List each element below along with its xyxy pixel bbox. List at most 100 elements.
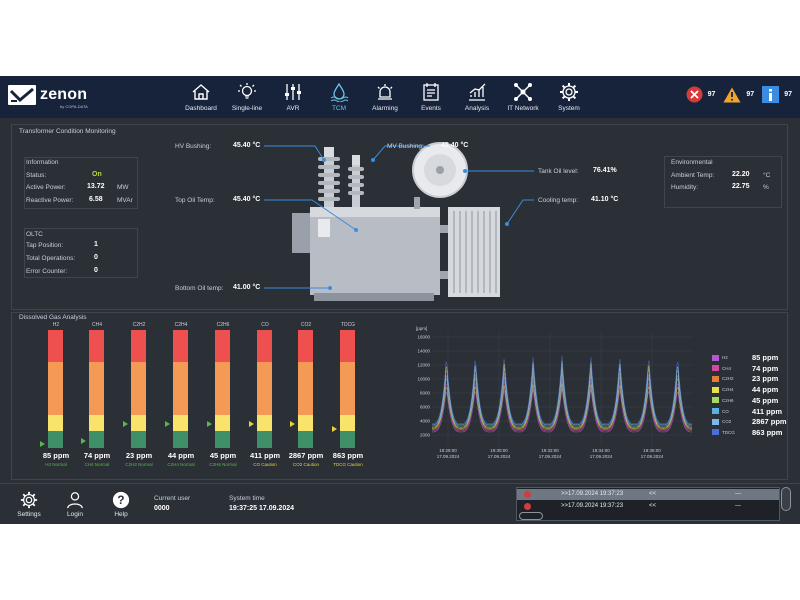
bar-title: H2 xyxy=(52,322,60,328)
bar-segment xyxy=(257,414,272,432)
humidity-value: 22.75 xyxy=(732,183,750,190)
legend-item[interactable]: C2H2 23 ppm xyxy=(712,374,778,383)
gear-icon xyxy=(20,491,38,509)
warning-alarm-counter[interactable]: 97 xyxy=(723,87,754,103)
error-alarm-counter[interactable]: 97 xyxy=(686,86,715,103)
legend-item[interactable]: TDCG 863 ppm xyxy=(712,428,782,437)
bar-title: CO2 xyxy=(300,322,312,328)
event-row[interactable]: >>17.09.2024 19:37:23 << --- xyxy=(517,501,779,512)
legend-value: 74 ppm xyxy=(752,363,779,373)
vertical-scrollbar[interactable] xyxy=(781,487,791,511)
nav-alarming-label: Alarming xyxy=(372,105,398,112)
gear-icon xyxy=(560,83,578,101)
status-value: On xyxy=(92,171,102,178)
gas-bar-gauge xyxy=(215,330,230,448)
error-icon xyxy=(686,86,703,103)
nav-alarming[interactable]: Alarming xyxy=(362,76,408,118)
event-alarm-icon xyxy=(524,491,531,498)
bar-status: C2H2 Normal xyxy=(125,462,153,467)
x-tick-date: 17.09.2024 xyxy=(641,454,664,459)
legend-swatch xyxy=(712,354,719,361)
settings-button[interactable]: Settings xyxy=(14,491,44,518)
legend-item[interactable]: H2 85 ppm xyxy=(712,353,778,362)
bar-status: CO Caution xyxy=(253,462,277,467)
nav-single-line[interactable]: Single-line xyxy=(224,76,270,118)
bar-title: CO xyxy=(261,322,269,328)
legend-item[interactable]: CO 411 ppm xyxy=(712,407,782,416)
bar-segment xyxy=(48,431,63,448)
bar-status: CO2 Caution xyxy=(292,462,319,467)
x-tick-date: 17.09.2024 xyxy=(590,454,613,459)
event-row[interactable]: >>17.09.2024 19:37:23 << --- xyxy=(517,489,779,500)
nav-avr[interactable]: AVR xyxy=(270,76,316,118)
event-column-2: << xyxy=(649,491,657,497)
login-button[interactable]: Login xyxy=(60,491,90,518)
bar-segment xyxy=(48,414,63,432)
bar-segment xyxy=(257,431,272,448)
bar-segment xyxy=(340,361,355,415)
bar-segment xyxy=(48,361,63,415)
level-indicator xyxy=(290,421,295,428)
legend-item[interactable]: C2H6 45 ppm xyxy=(712,396,778,405)
y-tick-label: 10000 xyxy=(417,377,430,382)
gas-bar-gauge xyxy=(340,330,355,448)
legend-name: C2H4 xyxy=(722,387,734,393)
event-list[interactable]: >>17.09.2024 19:37:23 << --- >>17.09.202… xyxy=(516,487,780,521)
cooling-temp-value: 41.10 °C xyxy=(591,196,619,203)
mv-bushing-label: MV Bushing: xyxy=(387,143,424,150)
active-power-unit: MW xyxy=(117,184,129,191)
legend-value: 23 ppm xyxy=(752,374,779,384)
mv-bushing-value: 45.40 °C xyxy=(441,142,469,149)
alarm-icon xyxy=(377,84,393,100)
bar-status: CH4 Normal xyxy=(84,462,110,467)
tcm-title: Transformer Condition Monitoring xyxy=(19,128,116,135)
y-tick-label: 2000 xyxy=(420,433,431,438)
legend-item[interactable]: CO2 2867 ppm xyxy=(712,417,787,426)
bar-segment xyxy=(340,431,355,448)
x-tick-time: 19:30:00 xyxy=(490,448,508,453)
legend-swatch xyxy=(712,365,719,372)
nav-system[interactable]: System xyxy=(546,76,592,118)
x-tick-time: 19:32:00 xyxy=(541,448,559,453)
nav-it-network[interactable]: IT Network xyxy=(500,76,546,118)
level-indicator xyxy=(123,421,128,428)
bar-segment xyxy=(340,330,355,362)
y-axis-unit: [ppm] xyxy=(416,326,427,331)
bottom-oil-temp-value: 41.00 °C xyxy=(233,284,261,291)
horizontal-scrollbar[interactable] xyxy=(519,512,543,520)
y-tick-label: 8000 xyxy=(420,391,431,396)
nav-tcm-label: TCM xyxy=(331,105,347,112)
gas-bar-gauge xyxy=(48,330,63,448)
bar-segment xyxy=(215,330,230,362)
x-tick-time: 19:28:00 xyxy=(439,448,457,453)
legend-item[interactable]: CH4 74 ppm xyxy=(712,364,778,373)
dga-trend-chart[interactable]: [ppm] 16000 14000 12000 10000 8000 6000 4000 200… xyxy=(408,324,698,464)
legend-value: 44 ppm xyxy=(752,385,779,395)
sensor-callout-lines xyxy=(264,145,534,290)
nav-dashboard[interactable]: Dashboard xyxy=(178,76,224,118)
alarm-summary: 97 97 97 xyxy=(686,86,792,103)
help-button[interactable]: ? Help xyxy=(106,491,136,518)
legend-item[interactable]: C2H4 44 ppm xyxy=(712,385,778,394)
brand-subtitle: by COPA-DATA xyxy=(60,104,88,109)
error-counter-value: 0 xyxy=(94,267,98,274)
gas-bar-gauge xyxy=(257,330,272,448)
legend-swatch xyxy=(712,418,719,425)
error-counter-label: Error Counter: xyxy=(26,268,68,275)
active-power-value: 13.72 xyxy=(87,183,105,190)
total-operations-label: Total Operations: xyxy=(26,255,76,262)
zenon-logo: zenon by COPA-DATA xyxy=(8,85,98,111)
nav-analysis-label: Analysis xyxy=(464,105,490,112)
ambient-temp-label: Ambient Temp: xyxy=(671,172,715,179)
help-label: Help xyxy=(114,511,128,518)
legend-swatch xyxy=(712,375,719,382)
bar-title: TDCG xyxy=(340,322,356,328)
login-label: Login xyxy=(67,511,83,518)
nav-tcm[interactable]: TCM xyxy=(316,76,362,118)
bar-segment xyxy=(257,330,272,362)
nav-events[interactable]: Events xyxy=(408,76,454,118)
legend-name: H2 xyxy=(722,355,728,360)
nav-analysis[interactable]: Analysis xyxy=(454,76,500,118)
info-alarm-counter[interactable]: 97 xyxy=(762,86,792,103)
environmental-title: Environmental xyxy=(671,159,713,166)
